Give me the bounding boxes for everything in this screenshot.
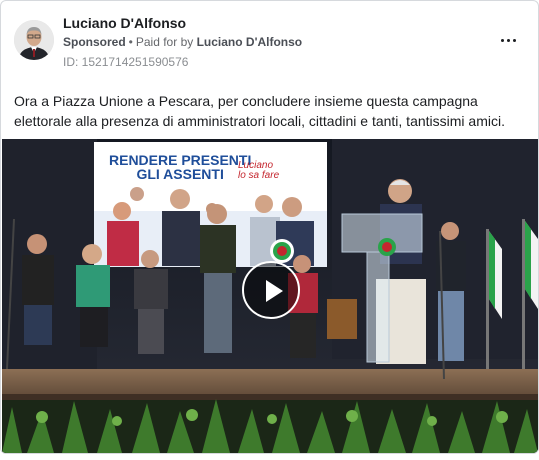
separator-dot: •: [128, 35, 133, 49]
screen-logo-line2: lo sa fare: [238, 170, 280, 181]
paid-for-by-label: Paid for by: [135, 35, 194, 49]
screen-headline: RENDERE PRESENTI GLI ASSENTI: [109, 153, 251, 181]
more-options-button[interactable]: [496, 33, 520, 47]
post-text: Ora a Piazza Unione a Pescara, per concl…: [14, 93, 505, 129]
play-button[interactable]: [242, 261, 300, 319]
screen-campaign-logo: Luciano lo sa fare: [238, 161, 279, 181]
paid-for-by-name[interactable]: Luciano D'Alfonso: [197, 35, 303, 49]
ad-id: ID: 1521714251590576: [63, 55, 189, 69]
ad-card: Luciano D'Alfonso Sponsored • Paid for by …: [0, 0, 539, 454]
video-media[interactable]: RENDERE PRESENTI GLI ASSENTI Luciano lo …: [2, 139, 538, 453]
screen-headline-line1: RENDERE PRESENTI: [109, 152, 252, 168]
sponsored-line: Sponsored • Paid for by Luciano D'Alfonso: [63, 35, 302, 49]
screen-headline-line2: GLI ASSENTI: [136, 166, 224, 182]
more-options-icon: [500, 38, 504, 42]
sponsored-label: Sponsored: [63, 35, 126, 49]
avatar-image: [14, 20, 54, 60]
avatar[interactable]: [14, 20, 54, 60]
author-name[interactable]: Luciano D'Alfonso: [63, 15, 186, 31]
